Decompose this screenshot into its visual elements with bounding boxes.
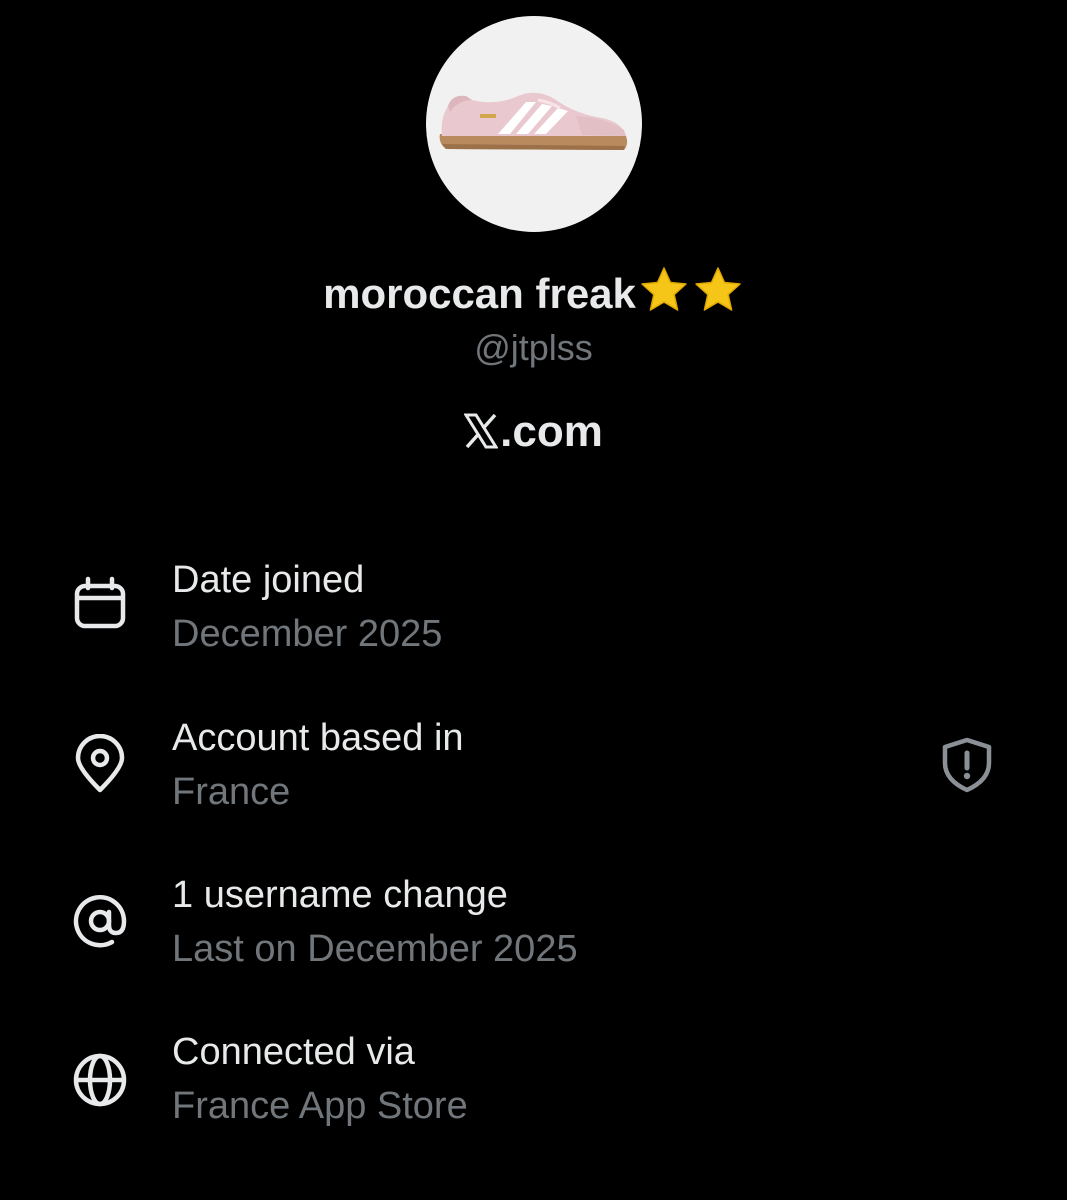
globe-icon	[73, 1053, 127, 1107]
profile-handle: @jtplss	[474, 327, 593, 368]
display-name-text: moroccan freak	[323, 270, 636, 317]
username-change-value: Last on December 2025	[172, 928, 578, 970]
sneaker-image	[439, 92, 628, 150]
info-row-connected-via: Connected via France App Store	[0, 1028, 1067, 1148]
info-row-date-joined: Date joined December 2025	[0, 556, 1067, 676]
calendar-icon	[74, 576, 126, 629]
platform-text: .com	[500, 407, 603, 456]
location-pin-icon	[75, 734, 125, 793]
star-emoji-icon	[641, 267, 687, 311]
display-name: moroccan freak	[0, 264, 1067, 322]
x-logo-icon	[464, 413, 499, 449]
username-change-label: 1 username change	[172, 874, 508, 916]
at-sign-icon	[73, 894, 127, 948]
profile-avatar[interactable]	[426, 16, 642, 232]
account-based-in-value: France	[172, 771, 291, 813]
platform-label: .com	[0, 404, 1067, 460]
date-joined-label: Date joined	[172, 559, 365, 601]
date-joined-value: December 2025	[172, 613, 443, 655]
shield-alert-icon[interactable]	[938, 736, 996, 794]
info-row-username-change: 1 username change Last on December 2025	[0, 871, 1067, 991]
star-emoji-icon	[695, 267, 741, 311]
info-row-account-based-in: Account based in France	[0, 714, 1067, 834]
connected-via-label: Connected via	[172, 1031, 415, 1073]
account-based-in-label: Account based in	[172, 717, 464, 759]
connected-via-value: France App Store	[172, 1085, 468, 1127]
